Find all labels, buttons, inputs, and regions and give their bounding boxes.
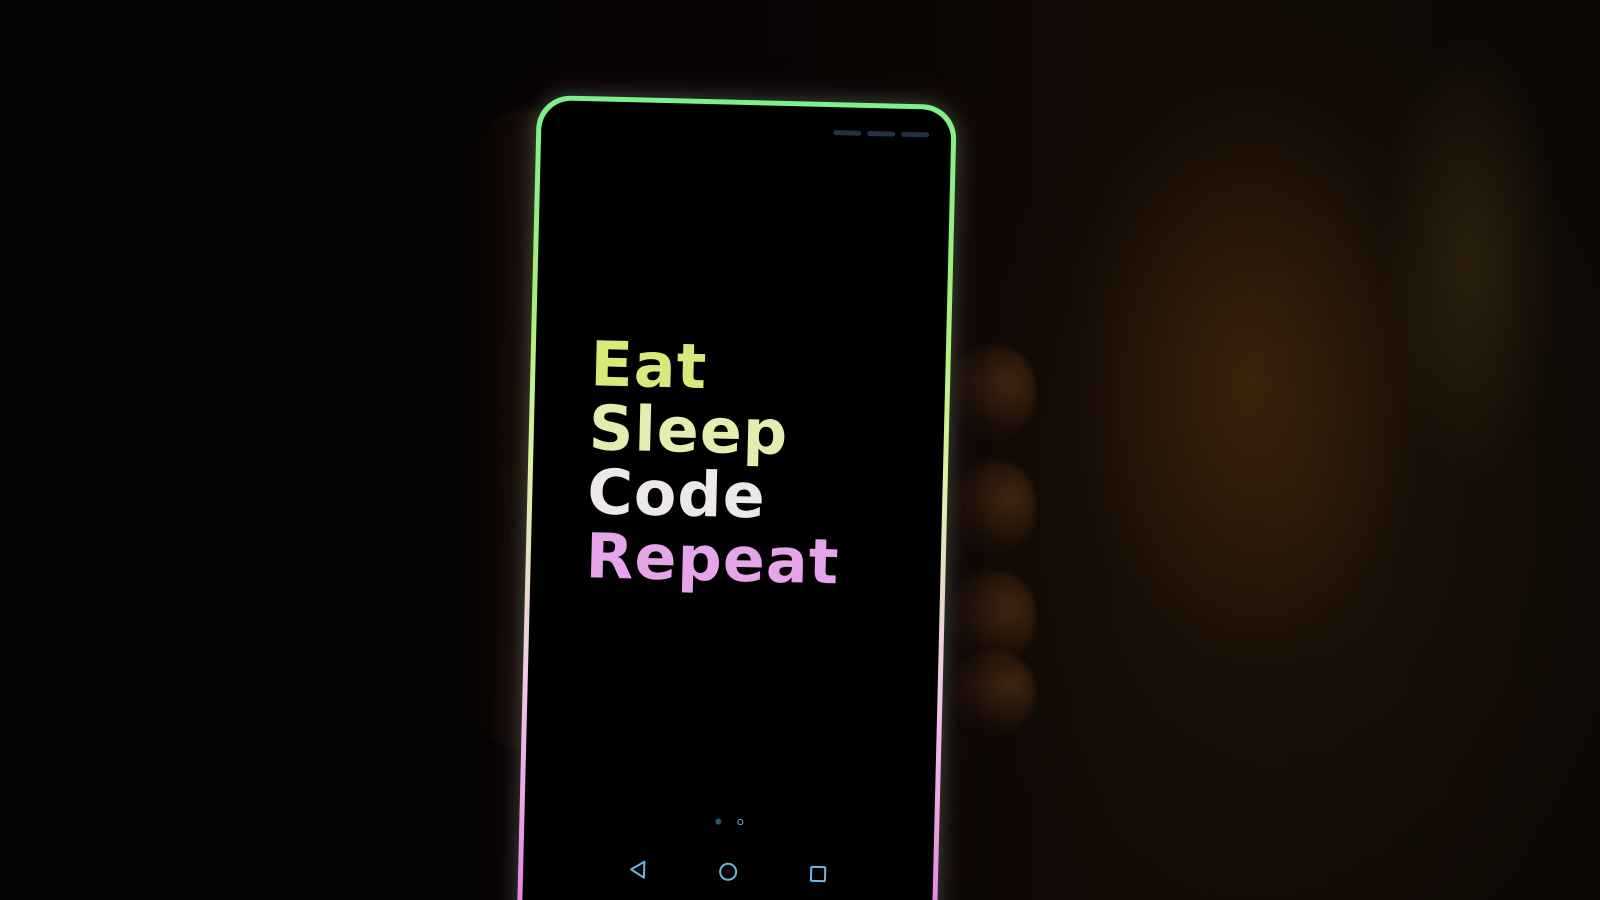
status-indicator <box>867 130 896 137</box>
finger <box>950 460 1035 555</box>
page-dot-2[interactable] <box>737 818 744 826</box>
recents-icon <box>809 865 827 883</box>
home-icon <box>719 862 738 881</box>
recents-button[interactable] <box>805 861 832 888</box>
smartphone: Eat Sleep Code Repeat <box>516 94 957 900</box>
photo-scene: Eat Sleep Code Repeat <box>0 0 1600 900</box>
back-button[interactable] <box>625 856 652 883</box>
page-dot-1[interactable] <box>715 818 722 825</box>
status-bar <box>833 125 930 141</box>
motto-line-repeat: Repeat <box>584 519 841 599</box>
back-icon <box>630 860 646 879</box>
home-button[interactable] <box>715 858 742 885</box>
status-indicator <box>833 129 862 136</box>
page-indicator <box>524 814 934 830</box>
finger <box>950 345 1035 440</box>
status-indicator <box>901 131 930 137</box>
motto-text: Eat Sleep Code Repeat <box>584 327 845 599</box>
finger <box>950 650 1035 735</box>
navigation-bar <box>523 852 934 892</box>
phone-screen: Eat Sleep Code Repeat <box>521 99 952 900</box>
